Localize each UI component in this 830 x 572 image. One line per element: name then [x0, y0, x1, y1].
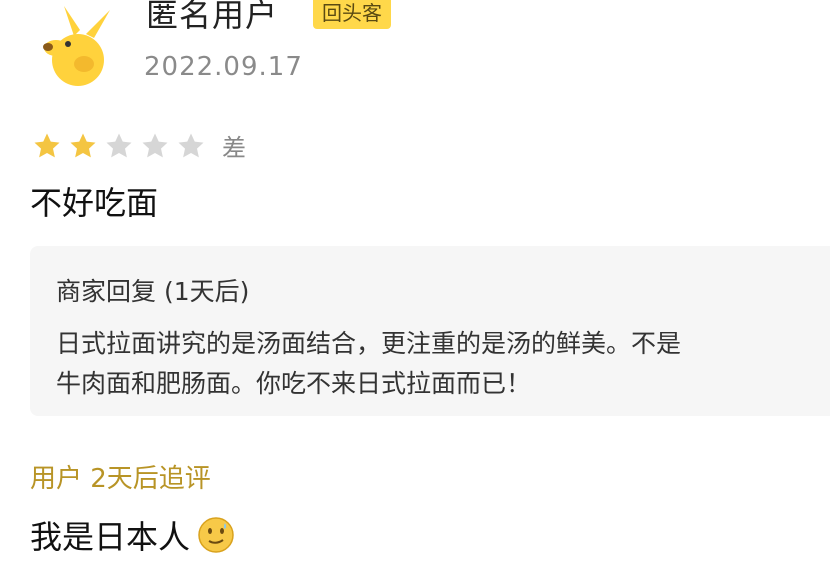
- merchant-reply-title: 商家回复 (1天后): [56, 277, 250, 306]
- followup-review: 我是日本人: [30, 512, 236, 558]
- username[interactable]: 匿名用户: [146, 0, 278, 36]
- star-filled-icon: [70, 133, 96, 157]
- avatar[interactable]: [34, 0, 118, 88]
- returning-customer-badge: 回头客: [313, 0, 391, 29]
- merchant-reply-body: 日式拉面讲究的是汤面结合，更注重的是汤的鲜美。不是 牛肉面和肥肠面。你吃不来日式…: [56, 324, 681, 404]
- merchant-reply-line: 牛肉面和肥肠面。你吃不来日式拉面而已！: [56, 369, 532, 398]
- review-date: 2022.09.17: [144, 52, 303, 82]
- followup-text: 我是日本人: [30, 518, 191, 556]
- review-text: 不好吃面: [30, 184, 159, 222]
- awkward-smile-emoji-icon: [198, 517, 234, 553]
- followup-label: 用户 2天后追评: [30, 464, 211, 494]
- star-empty-icon: [142, 133, 168, 157]
- star-rating: 差: [32, 128, 246, 163]
- star-filled-icon: [34, 133, 60, 157]
- rating-label: 差: [222, 134, 246, 162]
- merchant-reply-box: 商家回复 (1天后) 日式拉面讲究的是汤面结合，更注重的是汤的鲜美。不是 牛肉面…: [30, 246, 830, 416]
- star-empty-icon: [106, 133, 132, 157]
- merchant-reply-line: 日式拉面讲究的是汤面结合，更注重的是汤的鲜美。不是: [56, 329, 682, 358]
- star-empty-icon: [178, 133, 204, 157]
